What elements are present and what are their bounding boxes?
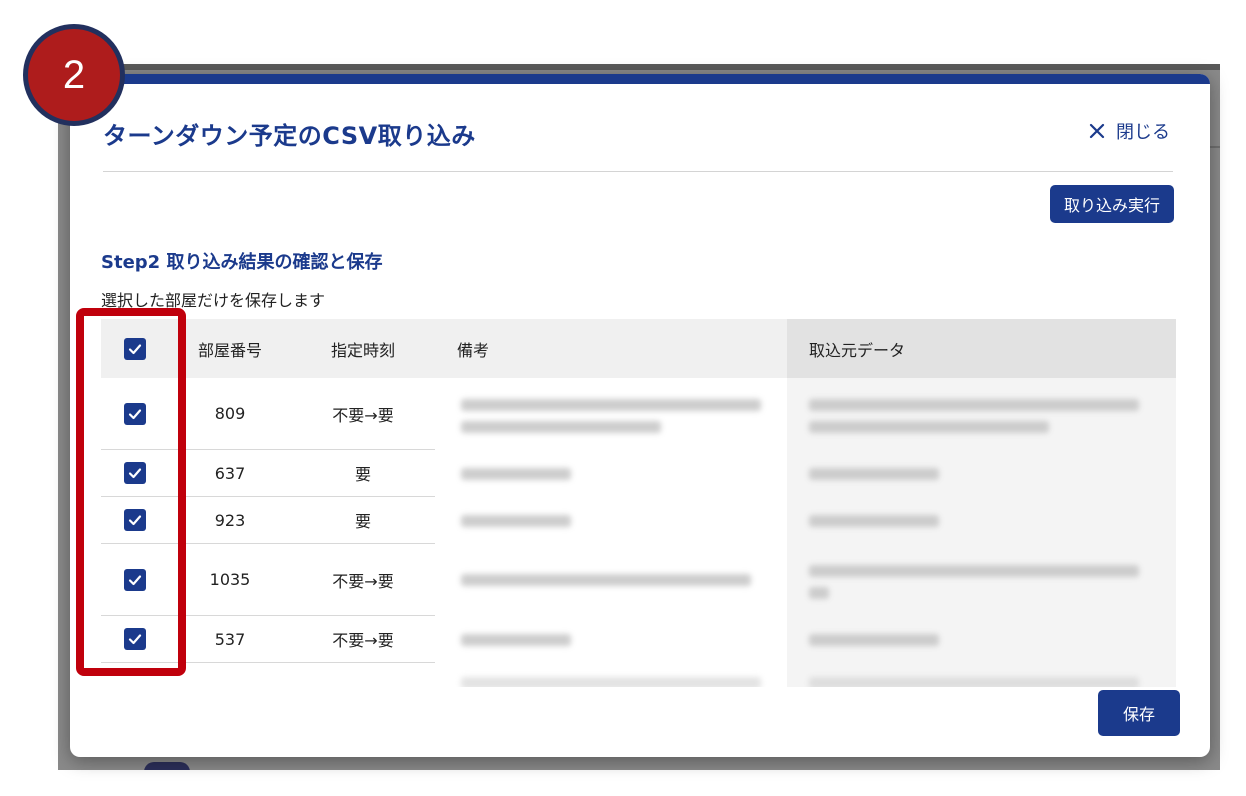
blurred-source-data — [809, 421, 1049, 433]
step-title: Step2 取り込み結果の確認と保存 — [101, 252, 383, 273]
modal-top-accent-bar — [70, 74, 1210, 84]
close-icon — [1089, 123, 1105, 139]
save-button[interactable]: 保存 — [1098, 690, 1180, 736]
header-source-data: 取込元データ — [809, 340, 906, 360]
table-row: 923 要 — [101, 497, 435, 544]
blurred-remarks — [461, 399, 761, 411]
background-header-bar — [58, 64, 1220, 70]
import-execute-button[interactable]: 取り込み実行 — [1050, 185, 1174, 223]
row-checkbox[interactable] — [124, 509, 146, 531]
table-row: 809 不要→要 — [101, 378, 435, 450]
select-all-checkbox[interactable] — [124, 337, 146, 360]
blurred-source-data — [809, 565, 1139, 577]
row-check-cell — [101, 544, 169, 615]
blurred-partial-row — [809, 677, 1139, 687]
checkmark-icon — [128, 634, 142, 645]
row-check-cell — [101, 450, 169, 496]
room-number-cell: 637 — [214, 463, 246, 483]
table-row: 1035 不要→要 — [101, 544, 435, 616]
blurred-source-data — [809, 399, 1139, 411]
room-number-cell: 809 — [214, 404, 246, 423]
csv-import-modal: ターンダウン予定のCSV取り込み 閉じる 取り込み実行 Step2 取り込み結果… — [70, 74, 1210, 757]
table-row: 537 不要→要 — [101, 616, 435, 663]
specified-time-cell: 不要→要 — [332, 631, 394, 650]
blurred-remarks — [461, 574, 751, 586]
row-checkbox[interactable] — [124, 402, 146, 425]
blurred-remarks — [461, 515, 571, 527]
header-specified-time: 指定時刻 — [330, 340, 395, 360]
checkmark-icon — [128, 408, 142, 419]
checkmark-icon — [128, 515, 142, 526]
specified-time-cell: 要 — [354, 465, 371, 484]
room-number-cell: 537 — [214, 629, 246, 649]
modal-title: ターンダウン予定のCSV取り込み — [103, 122, 476, 150]
row-check-cell — [101, 378, 169, 449]
close-button[interactable]: 閉じる — [1088, 118, 1170, 144]
specified-time-cell: 要 — [354, 512, 371, 531]
blurred-source-data — [809, 468, 939, 480]
blurred-source-data — [809, 515, 939, 527]
blurred-remarks — [461, 634, 571, 646]
title-divider — [103, 171, 1173, 172]
table-row: 637 要 — [101, 450, 435, 497]
row-check-cell — [101, 497, 169, 543]
blurred-remarks — [461, 468, 571, 480]
checkmark-icon — [128, 468, 142, 479]
table-header-row: 部屋番号 指定時刻 備考 取込元データ — [101, 319, 1176, 378]
background-pill — [144, 762, 190, 770]
room-number-cell: 1035 — [209, 570, 251, 589]
blurred-partial-row — [461, 677, 761, 687]
specified-time-cell: 不要→要 — [332, 405, 394, 425]
select-all-cell — [101, 319, 169, 378]
step-number-badge: 2 — [23, 24, 125, 126]
blurred-source-data — [809, 634, 939, 646]
specified-time-cell: 不要→要 — [332, 571, 394, 591]
room-number-cell: 923 — [214, 510, 246, 530]
checkmark-icon — [128, 574, 142, 585]
import-result-table: 部屋番号 指定時刻 備考 取込元データ 809 不要→要 637 要 923 要… — [101, 319, 1176, 687]
checkmark-icon — [128, 343, 142, 354]
header-remarks: 備考 — [457, 340, 490, 360]
blurred-remarks — [461, 421, 661, 433]
step-description: 選択した部屋だけを保存します — [101, 291, 326, 310]
row-checkbox[interactable] — [124, 462, 146, 484]
close-label: 閉じる — [1116, 122, 1170, 143]
row-checkbox[interactable] — [124, 628, 146, 650]
blurred-source-data — [809, 587, 829, 599]
header-room-number: 部屋番号 — [197, 340, 262, 360]
row-checkbox[interactable] — [124, 568, 146, 591]
row-check-cell — [101, 616, 169, 662]
